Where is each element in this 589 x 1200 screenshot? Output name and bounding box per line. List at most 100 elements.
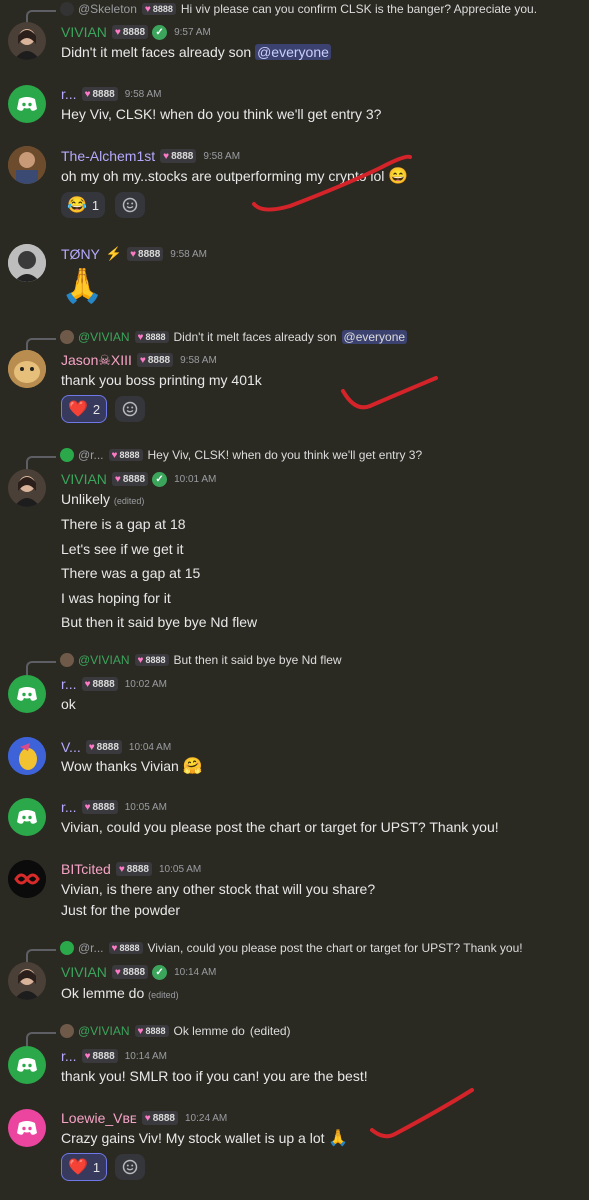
username[interactable]: Jason☠XIII [61,352,132,369]
timestamp: 10:14 AM [124,1050,168,1062]
avatar[interactable] [8,675,46,713]
message-header: BITcited ♥ 8888 10:05 AM [61,860,201,878]
avatar[interactable] [8,1109,46,1147]
message-text: Vivian, is there any other stock that wi… [61,881,376,897]
reply-author[interactable]: @r... [78,448,104,462]
avatar[interactable] [8,962,46,1000]
message-header: r... ♥ 8888 10:02 AM [61,675,167,693]
role-badge: ♥ 8888 [136,353,174,367]
reaction-button[interactable]: ❤️ 1 [61,1153,108,1181]
reaction-count: 1 [92,1159,101,1175]
add-reaction-button[interactable] [115,396,145,422]
avatar [60,2,74,16]
username[interactable]: r... [61,676,77,692]
avatar[interactable] [8,469,46,507]
message-text: Unlikely (edited) [61,491,145,507]
reaction-button[interactable]: ❤️ 2 [61,395,108,423]
role-badge: ♥ 8888 [115,862,152,876]
timestamp: 10:14 AM [174,966,217,978]
add-reaction-icon [122,401,138,417]
reply-author[interactable]: @VIVIAN [78,330,130,344]
message-header: The-Alchem1st ♥ 8888 9:58 AM [61,147,240,165]
avatar[interactable] [8,1046,46,1084]
role-badge: ♥ 8888 [134,654,169,666]
username[interactable]: VIVIAN [61,964,107,980]
message-text: thank you! SMLR too if you can! you are … [61,1068,368,1084]
reply-text: Didn't it melt faces already son [173,330,337,344]
role-badge: ♥ 8888 [111,25,149,39]
reaction-emoji: ❤️ [68,1159,88,1176]
reaction-button[interactable]: 😂 1 [61,192,106,218]
role-badge: ♥ 8888 [81,677,118,691]
username[interactable]: V... [61,739,81,755]
username[interactable]: Loewie_Vʙᴇ [61,1110,137,1126]
avatar[interactable] [8,798,46,836]
timestamp: 9:58 AM [203,150,241,162]
timestamp: 9:58 AM [124,88,162,100]
avatar[interactable] [8,146,46,184]
grinning-sweat-emoji-icon: 😄 [388,168,409,185]
timestamp: 10:02 AM [124,678,168,690]
message-header: VIVIAN ♥ 8888 ✓ 9:57 AM [61,23,211,41]
username[interactable]: r... [61,86,77,102]
timestamp: 10:04 AM [128,741,172,753]
message-header: r... ♥ 8888 9:58 AM [61,85,161,103]
add-reaction-button[interactable] [115,192,145,218]
timestamp: 10:05 AM [124,801,168,813]
add-reaction-button[interactable] [115,1154,145,1180]
role-badge: ♥ 8888 [85,740,122,754]
avatar[interactable] [8,350,46,388]
mention-everyone[interactable]: @everyone [255,44,331,60]
reaction-count: 2 [92,401,101,417]
praying-hands-emoji-icon: 🙏 [61,267,104,305]
mention-everyone[interactable]: @everyone [341,330,408,344]
timestamp: 10:24 AM [184,1112,228,1124]
avatar[interactable] [8,85,46,123]
edited-label: (edited) [113,496,145,506]
username[interactable]: r... [61,799,77,815]
add-reaction-icon [122,1159,138,1175]
message-header: VIVIAN ♥ 8888 ✓ 10:14 AM [61,963,216,981]
message-text: Vivian, could you please post the chart … [61,819,499,835]
username[interactable]: VIVIAN [61,24,107,40]
avatar[interactable] [8,22,46,60]
reply-text: Hi viv please can you confirm CLSK is th… [180,2,538,16]
reaction-emoji: ❤️ [68,401,88,418]
discord-logo-icon [17,1121,37,1135]
avatar[interactable] [8,860,46,898]
avatar[interactable] [8,737,46,775]
reply-text: But then it said bye bye Nd flew [173,653,342,667]
message-text: But then it said bye bye Nd flew [61,614,258,630]
username[interactable]: TØNY [61,246,100,262]
role-badge: ♥ 8888 [134,1025,169,1037]
reply-author[interactable]: @VIVIAN [78,1024,130,1038]
message-text: thank you boss printing my 401k [61,372,262,388]
role-badge: ♥ 8888 [108,449,143,461]
timestamp: 10:05 AM [159,863,202,875]
username[interactable]: BITcited [61,861,111,877]
avatar[interactable] [8,244,46,282]
edited-label: (edited) [148,990,179,1000]
timestamp: 9:58 AM [180,354,217,366]
message-header: V... ♥ 8888 10:04 AM [61,738,171,756]
role-badge: ♥ 8888 [141,1111,178,1125]
avatar [60,653,74,667]
message-text: Wow thanks Vivian 🤗 [61,758,203,775]
message-text: Let's see if we get it [61,541,184,557]
message-text: oh my oh my..stocks are outperforming my… [61,168,409,185]
message-text: Just for the powder [61,902,181,918]
username[interactable]: VIVIAN [61,471,107,487]
username[interactable]: r... [61,1048,77,1064]
username[interactable]: The-Alchem1st [61,148,155,164]
verified-check-icon: ✓ [152,24,168,40]
avatar [60,448,74,462]
reply-author[interactable]: @Skeleton [78,2,137,16]
timestamp: 9:57 AM [174,26,211,38]
timestamp: 9:58 AM [170,248,207,260]
message-text: Hey Viv, CLSK! when do you think we'll g… [61,106,382,122]
reply-author[interactable]: @VIVIAN [78,653,130,667]
role-badge: ♥ 8888 [81,800,118,814]
reply-author[interactable]: @r... [78,941,104,955]
avatar [60,330,74,344]
message-text: Ok lemme do (edited) [61,985,179,1001]
